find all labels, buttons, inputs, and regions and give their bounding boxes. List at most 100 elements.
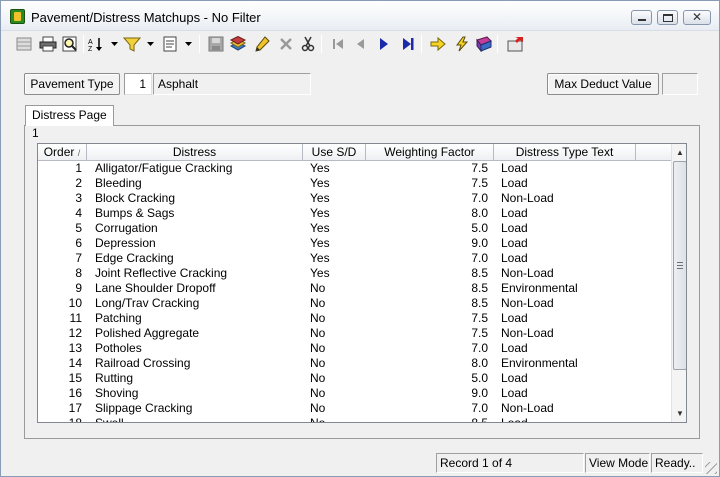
cell-use-sd: Yes (310, 206, 330, 220)
cell-order: 6 (75, 236, 82, 250)
previous-record-button[interactable] (349, 34, 371, 54)
tab-distress-page-1[interactable]: Distress Page 1 (25, 105, 114, 140)
table-row[interactable]: 10 Long/Trav Cracking No 8.5 Non-Load (38, 296, 671, 311)
book-icon (476, 36, 492, 52)
resize-grip-icon[interactable] (705, 462, 717, 474)
header-distress-type-text[interactable]: Distress Type Text (494, 144, 636, 161)
cell-order: 11 (69, 311, 82, 325)
exit-button[interactable] (505, 34, 527, 54)
dropdown-arrow-icon (184, 42, 192, 46)
cell-use-sd: Yes (310, 221, 330, 235)
cell-use-sd: No (310, 356, 326, 370)
cell-weighting-factor: 7.0 (471, 251, 488, 265)
arrow-right-icon (430, 36, 446, 52)
filter-button[interactable] (121, 34, 143, 54)
table-row[interactable]: 3 Block Cracking Yes 7.0 Non-Load (38, 191, 671, 206)
table-row[interactable]: 16 Shoving No 9.0 Load (38, 386, 671, 401)
table-row[interactable]: 1 Alligator/Fatigue Cracking Yes 7.5 Load (38, 161, 671, 176)
scroll-down-icon[interactable]: ▼ (672, 405, 686, 422)
save-icon (208, 36, 224, 52)
table-row[interactable]: 11 Patching No 7.5 Load (38, 311, 671, 326)
report-dropdown[interactable] (183, 34, 193, 54)
goto-button[interactable] (427, 34, 449, 54)
table-row[interactable]: 5 Corrugation Yes 5.0 Load (38, 221, 671, 236)
cell-distress: Joint Reflective Cracking (95, 266, 228, 280)
status-state: Ready.. (651, 453, 703, 473)
header-use-sd[interactable]: Use S/D (303, 144, 366, 161)
table-row[interactable]: 12 Polished Aggregate No 7.5 Non-Load (38, 326, 671, 341)
cell-weighting-factor: 5.0 (471, 221, 488, 235)
table-row[interactable]: 15 Rutting No 5.0 Load (38, 371, 671, 386)
save-button[interactable] (205, 34, 227, 54)
header-weighting-factor[interactable]: Weighting Factor (366, 144, 494, 161)
print-preview-button[interactable] (59, 34, 81, 54)
cell-order: 15 (68, 371, 82, 385)
vertical-scrollbar[interactable]: ▲ ▼ (671, 144, 686, 422)
cell-use-sd: No (310, 386, 326, 400)
cell-distress-type-text: Load (501, 251, 528, 265)
cell-use-sd: Yes (310, 266, 330, 280)
cell-weighting-factor: 8.5 (471, 416, 488, 423)
table-row[interactable]: 9 Lane Shoulder Dropoff No 8.5 Environmental (38, 281, 671, 296)
cell-order: 9 (75, 281, 82, 295)
delete-button[interactable] (275, 34, 297, 54)
header-order[interactable]: Order / (38, 144, 87, 161)
last-record-button[interactable] (397, 34, 419, 54)
scroll-thumb[interactable] (673, 161, 686, 370)
cell-weighting-factor: 8.5 (471, 266, 488, 280)
cell-weighting-factor: 7.5 (471, 161, 488, 175)
header-distress[interactable]: Distress (87, 144, 303, 161)
app-icon (10, 9, 25, 24)
table-row[interactable]: 17 Slippage Cracking No 7.0 Non-Load (38, 401, 671, 416)
first-record-button[interactable] (327, 34, 349, 54)
cell-weighting-factor: 7.0 (471, 401, 488, 415)
cell-distress: Potholes (95, 341, 142, 355)
print-button[interactable] (37, 34, 59, 54)
cell-distress-type-text: Non-Load (501, 401, 554, 415)
table-row[interactable]: 18 Swell No 8.5 Load (38, 416, 671, 423)
edit-button[interactable] (251, 34, 273, 54)
minimize-button[interactable] (631, 10, 652, 25)
cell-weighting-factor: 9.0 (471, 236, 488, 250)
cut-button[interactable] (297, 34, 319, 54)
table-row[interactable]: 7 Edge Cracking Yes 7.0 Load (38, 251, 671, 266)
help-book-button[interactable] (473, 34, 495, 54)
cell-order: 7 (75, 251, 82, 265)
table-row[interactable]: 2 Bleeding Yes 7.5 Load (38, 176, 671, 191)
cell-distress-type-text: Non-Load (501, 326, 554, 340)
cell-weighting-factor: 9.0 (471, 386, 488, 400)
cell-use-sd: No (310, 281, 326, 295)
table-row[interactable]: 14 Railroad Crossing No 8.0 Environmental (38, 356, 671, 371)
cell-distress: Patching (95, 311, 142, 325)
quick-action-button[interactable] (451, 34, 473, 54)
sort-button[interactable]: AZ (85, 34, 107, 54)
filter-dropdown[interactable] (145, 34, 155, 54)
table-row[interactable]: 4 Bumps & Sags Yes 8.0 Load (38, 206, 671, 221)
window-title: Pavement/Distress Matchups - No Filter (31, 10, 261, 25)
close-button[interactable]: ✕ (683, 10, 711, 25)
distress-grid[interactable]: Order / Distress Use S/D Weighting Facto… (37, 143, 687, 423)
max-deduct-value-button[interactable]: Max Deduct Value (547, 73, 659, 95)
cell-distress: Rutting (95, 371, 134, 385)
close-icon: ✕ (691, 10, 703, 24)
cell-distress: Edge Cracking (95, 251, 174, 265)
cell-distress-type-text: Load (501, 416, 528, 423)
layers-button[interactable] (227, 34, 249, 54)
maximize-button[interactable] (657, 10, 678, 25)
cell-distress-type-text: Load (501, 236, 528, 250)
max-deduct-value-field (662, 73, 698, 95)
report-button[interactable] (159, 34, 181, 54)
next-record-button[interactable] (373, 34, 395, 54)
cell-order: 2 (75, 176, 82, 190)
pavement-type-button[interactable]: Pavement Type (24, 73, 120, 95)
sort-dropdown[interactable] (109, 34, 119, 54)
table-row[interactable]: 8 Joint Reflective Cracking Yes 8.5 Non-Load (38, 266, 671, 281)
cell-order: 18 (68, 416, 82, 423)
grid-view-button[interactable] (13, 34, 35, 54)
cell-weighting-factor: 8.0 (471, 206, 488, 220)
scroll-up-icon[interactable]: ▲ (672, 144, 686, 161)
cell-distress-type-text: Environmental (501, 281, 578, 295)
table-row[interactable]: 6 Depression Yes 9.0 Load (38, 236, 671, 251)
pavement-type-code-field[interactable]: 1 (124, 73, 152, 95)
table-row[interactable]: 13 Potholes No 7.0 Load (38, 341, 671, 356)
